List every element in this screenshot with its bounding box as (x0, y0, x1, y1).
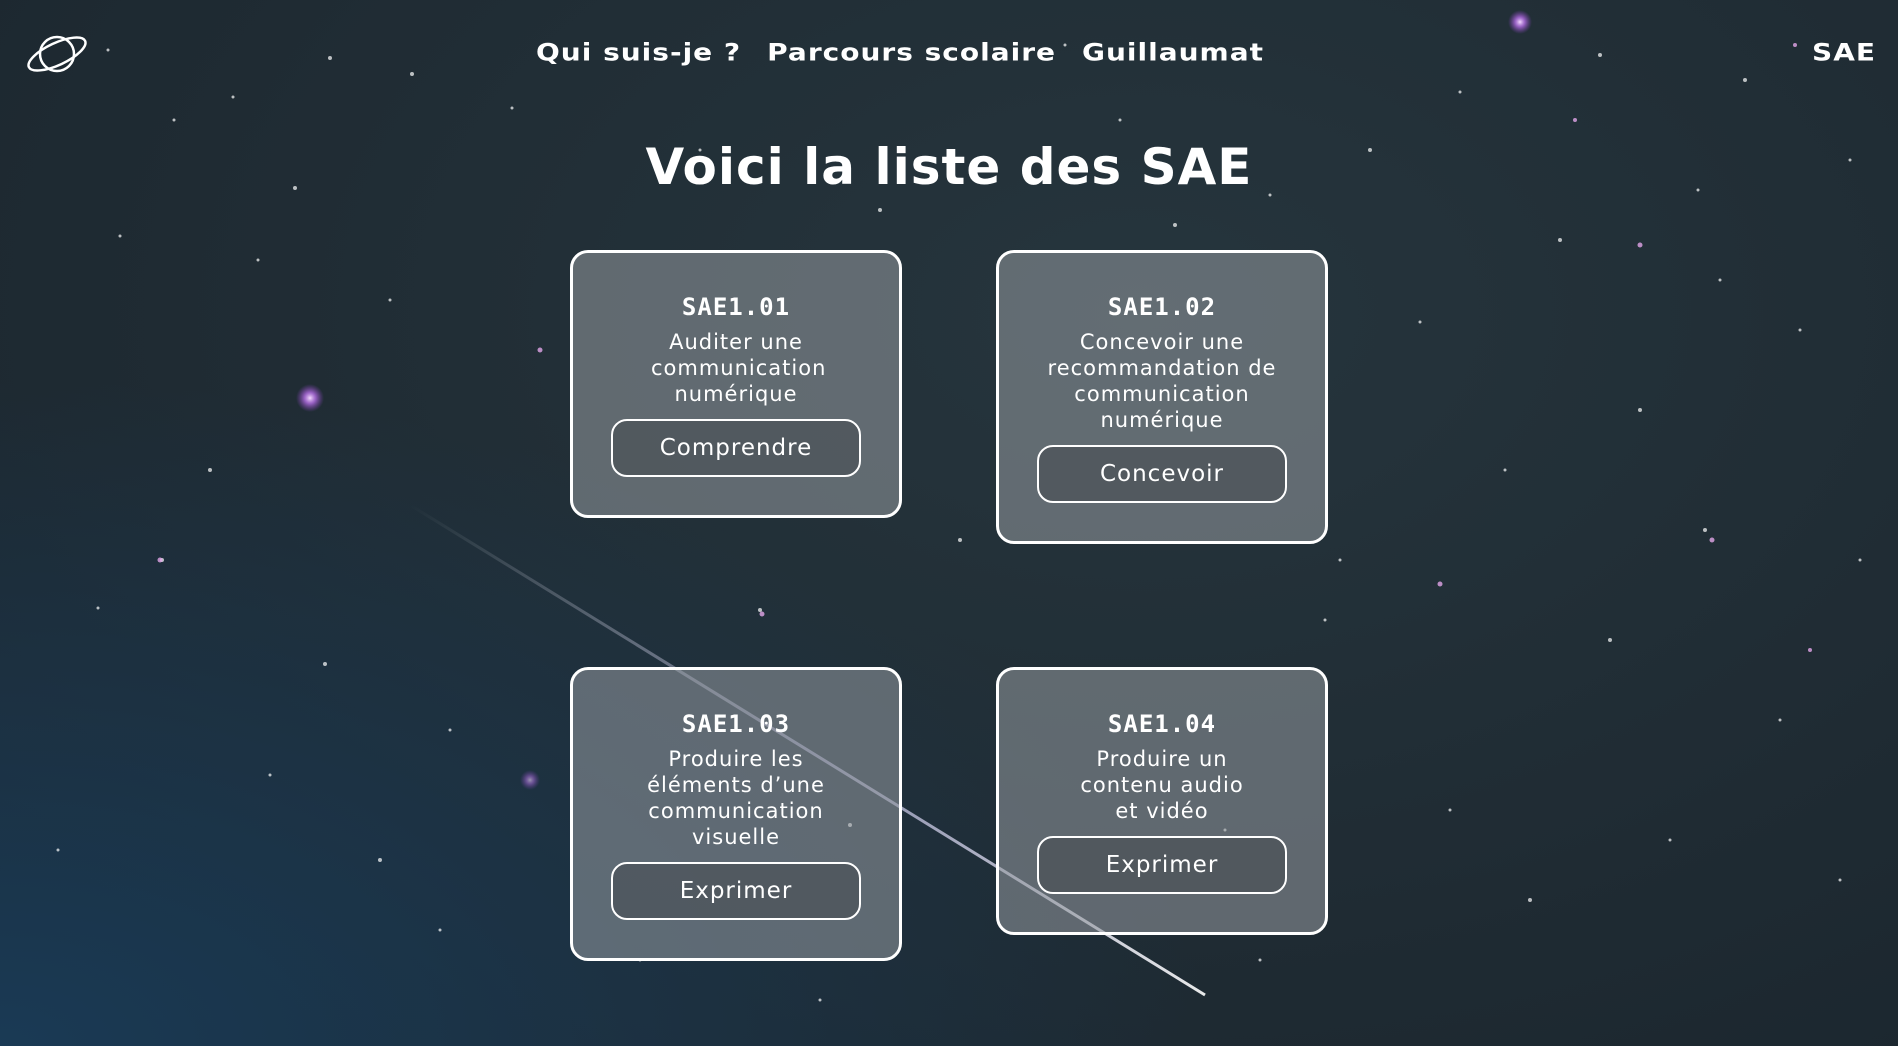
nav-link-guillaumat[interactable]: Guillaumat (1082, 38, 1264, 66)
comprendre-button[interactable]: Comprendre (611, 419, 861, 477)
sae-description: Produire un contenu audio et vidéo (1080, 747, 1244, 823)
page-title: Voici la liste des SAE (645, 138, 1253, 196)
site-header: Qui suis-je ? Parcours scolaire Guillaum… (0, 0, 1898, 116)
main-navigation: Qui suis-je ? Parcours scolaire Guillaum… (536, 36, 1264, 69)
sae-description: Auditer une communication numérique (651, 330, 827, 406)
exprimer-button[interactable]: Exprimer (611, 862, 861, 920)
sae-description: Concevoir une recommandation de communic… (1047, 330, 1277, 432)
concevoir-button[interactable]: Concevoir (1037, 445, 1287, 503)
planet-icon[interactable] (24, 28, 90, 80)
nav-link-parcours-scolaire[interactable]: Parcours scolaire (767, 38, 1056, 66)
sae-code: SAE1.03 (681, 710, 791, 738)
sae-card-1-03: SAE1.03 Produire les éléments d’une comm… (570, 667, 902, 961)
sae-card-1-01: SAE1.01 Auditer une communication numéri… (570, 250, 902, 518)
nav-link-sae[interactable]: SAE (1812, 38, 1876, 66)
sae-card-1-04: SAE1.04 Produire un contenu audio et vid… (996, 667, 1328, 935)
sae-description: Produire les éléments d’une communicatio… (647, 747, 825, 849)
sae-card-1-02: SAE1.02 Concevoir une recommandation de … (996, 250, 1328, 544)
sae-code: SAE1.04 (1107, 710, 1217, 738)
exprimer-button[interactable]: Exprimer (1037, 836, 1287, 894)
sae-code: SAE1.01 (681, 293, 791, 321)
sae-code: SAE1.02 (1107, 293, 1217, 321)
nav-link-qui-suis-je[interactable]: Qui suis-je ? (536, 38, 741, 66)
